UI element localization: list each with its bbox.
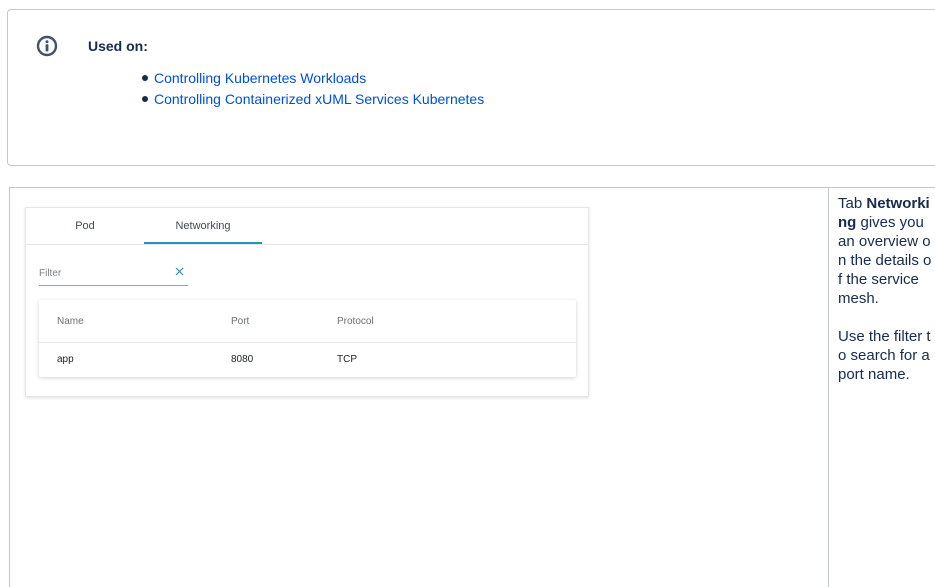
column-header-port[interactable]: Port [231, 316, 249, 327]
column-divider [828, 187, 829, 587]
info-panel: Used on: Controlling Kubernetes Workload… [7, 9, 935, 166]
cell-port: 8080 [231, 354, 254, 365]
filter-field [39, 263, 188, 286]
clear-icon[interactable] [175, 267, 184, 276]
bullet-icon [142, 75, 148, 81]
info-panel-title: Used on: [88, 38, 148, 54]
cell-name: app [57, 354, 74, 365]
bullet-icon [142, 96, 148, 102]
networking-screenshot: Pod Networking Name Port Protocol app 80… [25, 207, 589, 397]
link-controlling-containerized-xuml-services[interactable]: Controlling Containerized xUML Services … [154, 91, 484, 107]
tab-bar: Pod Networking [26, 208, 588, 245]
description-prefix: Tab [838, 195, 867, 212]
description-paragraph-2: Use the filter to search for a port name… [838, 328, 931, 383]
table-row[interactable]: app 8080 TCP [39, 342, 576, 377]
info-icon [36, 35, 58, 57]
list-item: Controlling Kubernetes Workloads [142, 68, 484, 89]
table-header: Name Port Protocol [39, 300, 576, 343]
description: Tab Networking gives you an overview on … [838, 194, 932, 384]
used-on-list: Controlling Kubernetes Workloads Control… [142, 68, 484, 110]
tab-pod[interactable]: Pod [26, 208, 144, 244]
column-header-protocol[interactable]: Protocol [337, 316, 374, 327]
active-tab-indicator [144, 242, 262, 244]
description-paragraph-1: Tab Networking gives you an overview on … [838, 194, 932, 308]
link-controlling-kubernetes-workloads[interactable]: Controlling Kubernetes Workloads [154, 70, 366, 86]
list-item: Controlling Containerized xUML Services … [142, 89, 484, 110]
column-header-name[interactable]: Name [57, 316, 84, 327]
ports-table: Name Port Protocol app 8080 TCP [39, 300, 576, 377]
cell-protocol: TCP [337, 354, 357, 365]
tab-networking[interactable]: Networking [144, 208, 262, 244]
filter-input[interactable] [39, 266, 159, 281]
